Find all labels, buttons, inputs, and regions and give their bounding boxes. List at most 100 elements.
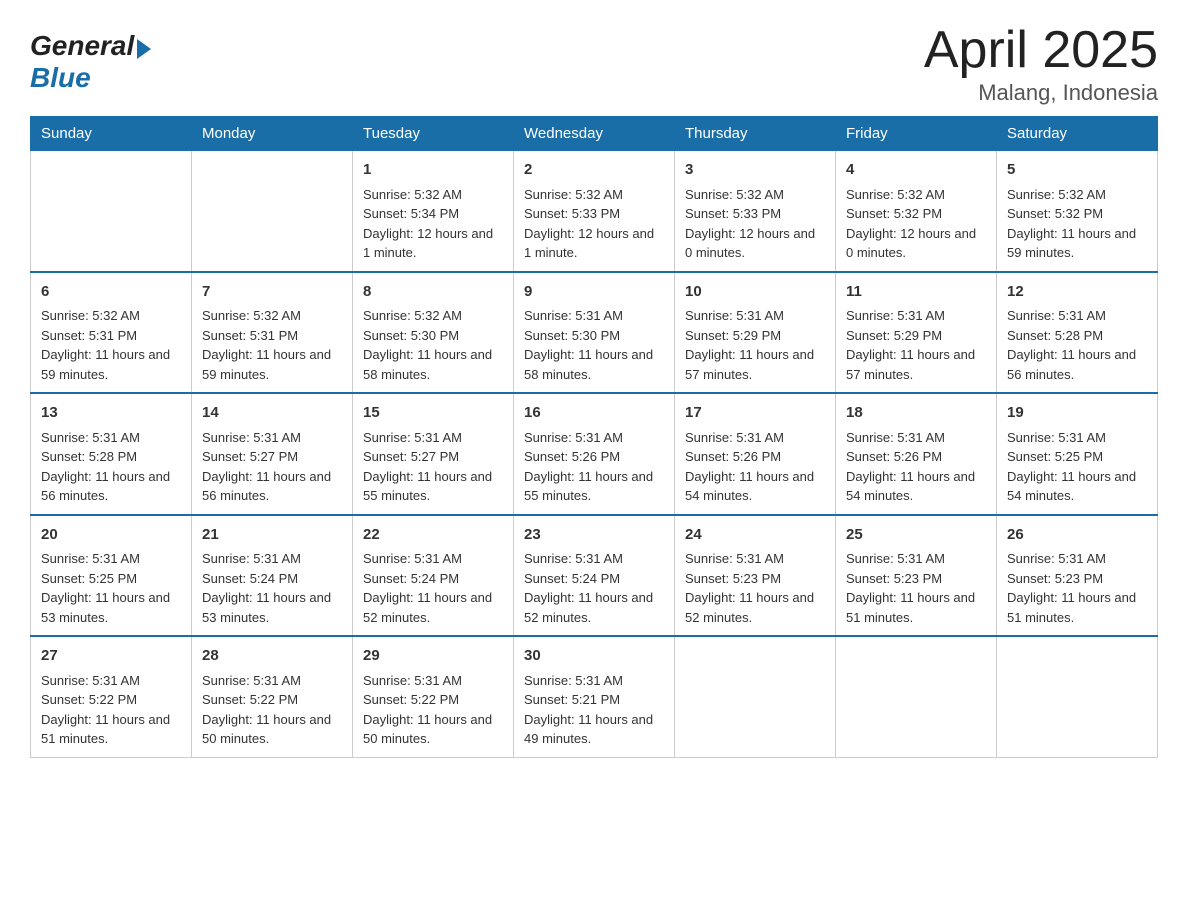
day-number: 16 (524, 402, 664, 425)
calendar-cell: 11Sunrise: 5:31 AMSunset: 5:29 PMDayligh… (836, 272, 997, 394)
day-number: 6 (41, 281, 181, 304)
day-number: 30 (524, 645, 664, 668)
day-number: 26 (1007, 524, 1147, 547)
weekday-header-sunday: Sunday (31, 117, 192, 151)
day-info: Sunrise: 5:32 AMSunset: 5:30 PMDaylight:… (363, 306, 503, 384)
calendar-cell (192, 151, 353, 272)
day-info: Sunrise: 5:31 AMSunset: 5:27 PMDaylight:… (202, 428, 342, 506)
day-number: 15 (363, 402, 503, 425)
day-info: Sunrise: 5:32 AMSunset: 5:31 PMDaylight:… (41, 306, 181, 384)
day-info: Sunrise: 5:32 AMSunset: 5:33 PMDaylight:… (524, 185, 664, 263)
day-number: 25 (846, 524, 986, 547)
calendar-cell: 13 Sunrise: 5:31 AMSunset: 5:28 PMDayligh… (31, 393, 192, 515)
calendar-cell: 9Sunrise: 5:31 AMSunset: 5:30 PMDaylight… (514, 272, 675, 394)
calendar-week-row: 6Sunrise: 5:32 AMSunset: 5:31 PMDaylight… (31, 272, 1158, 394)
day-number: 18 (846, 402, 986, 425)
calendar-cell: 19Sunrise: 5:31 AMSunset: 5:25 PMDayligh… (997, 393, 1158, 515)
weekday-header-tuesday: Tuesday (353, 117, 514, 151)
calendar-cell: 3 Sunrise: 5:32 AMSunset: 5:33 PMDaylight… (675, 151, 836, 272)
title-block: April 2025 Malang, Indonesia (924, 20, 1158, 106)
day-number: 14 (202, 402, 342, 425)
weekday-header-thursday: Thursday (675, 117, 836, 151)
day-number: 7 (202, 281, 342, 304)
day-info: Sunrise: 5:32 AMSunset: 5:34 PMDaylight:… (363, 185, 503, 263)
calendar-week-row: 1 Sunrise: 5:32 AMSunset: 5:34 PMDaylight… (31, 151, 1158, 272)
day-info: Sunrise: 5:31 AMSunset: 5:28 PMDaylight:… (41, 428, 181, 506)
day-info: Sunrise: 5:31 AMSunset: 5:23 PMDaylight:… (685, 549, 825, 627)
day-info: Sunrise: 5:31 AMSunset: 5:24 PMDaylight:… (524, 549, 664, 627)
day-info: Sunrise: 5:31 AMSunset: 5:29 PMDaylight:… (685, 306, 825, 384)
day-number: 2 (524, 159, 664, 182)
calendar-cell (31, 151, 192, 272)
calendar-cell: 16 Sunrise: 5:31 AMSunset: 5:26 PMDayligh… (514, 393, 675, 515)
calendar-cell: 24Sunrise: 5:31 AMSunset: 5:23 PMDayligh… (675, 515, 836, 637)
calendar-cell: 26Sunrise: 5:31 AMSunset: 5:23 PMDayligh… (997, 515, 1158, 637)
day-info: Sunrise: 5:31 AMSunset: 5:23 PMDaylight:… (1007, 549, 1147, 627)
calendar-cell: 25Sunrise: 5:31 AMSunset: 5:23 PMDayligh… (836, 515, 997, 637)
day-number: 23 (524, 524, 664, 547)
day-number: 13 (41, 402, 181, 425)
calendar-cell: 1 Sunrise: 5:32 AMSunset: 5:34 PMDaylight… (353, 151, 514, 272)
calendar-cell (675, 636, 836, 757)
day-info: Sunrise: 5:31 AMSunset: 5:26 PMDaylight:… (846, 428, 986, 506)
day-info: Sunrise: 5:31 AMSunset: 5:22 PMDaylight:… (202, 671, 342, 749)
day-number: 8 (363, 281, 503, 304)
calendar-cell: 28Sunrise: 5:31 AMSunset: 5:22 PMDayligh… (192, 636, 353, 757)
day-number: 22 (363, 524, 503, 547)
day-info: Sunrise: 5:31 AMSunset: 5:25 PMDaylight:… (1007, 428, 1147, 506)
day-info: Sunrise: 5:31 AMSunset: 5:25 PMDaylight:… (41, 549, 181, 627)
day-info: Sunrise: 5:31 AMSunset: 5:23 PMDaylight:… (846, 549, 986, 627)
day-info: Sunrise: 5:31 AMSunset: 5:26 PMDaylight:… (524, 428, 664, 506)
day-info: Sunrise: 5:32 AMSunset: 5:33 PMDaylight:… (685, 185, 825, 263)
day-number: 24 (685, 524, 825, 547)
day-number: 4 (846, 159, 986, 182)
day-number: 10 (685, 281, 825, 304)
weekday-header-friday: Friday (836, 117, 997, 151)
day-info: Sunrise: 5:31 AMSunset: 5:27 PMDaylight:… (363, 428, 503, 506)
calendar-cell: 20Sunrise: 5:31 AMSunset: 5:25 PMDayligh… (31, 515, 192, 637)
calendar-cell: 12Sunrise: 5:31 AMSunset: 5:28 PMDayligh… (997, 272, 1158, 394)
logo: General Blue (30, 30, 151, 94)
day-number: 20 (41, 524, 181, 547)
day-info: Sunrise: 5:32 AMSunset: 5:32 PMDaylight:… (846, 185, 986, 263)
day-info: Sunrise: 5:31 AMSunset: 5:22 PMDaylight:… (41, 671, 181, 749)
calendar-cell: 15 Sunrise: 5:31 AMSunset: 5:27 PMDayligh… (353, 393, 514, 515)
calendar-cell: 14 Sunrise: 5:31 AMSunset: 5:27 PMDayligh… (192, 393, 353, 515)
weekday-header-wednesday: Wednesday (514, 117, 675, 151)
calendar-week-row: 13 Sunrise: 5:31 AMSunset: 5:28 PMDayligh… (31, 393, 1158, 515)
day-number: 5 (1007, 159, 1147, 182)
day-number: 3 (685, 159, 825, 182)
weekday-header-row: SundayMondayTuesdayWednesdayThursdayFrid… (31, 117, 1158, 151)
day-info: Sunrise: 5:31 AMSunset: 5:21 PMDaylight:… (524, 671, 664, 749)
day-number: 29 (363, 645, 503, 668)
day-info: Sunrise: 5:32 AMSunset: 5:32 PMDaylight:… (1007, 185, 1147, 263)
weekday-header-saturday: Saturday (997, 117, 1158, 151)
calendar-cell: 10Sunrise: 5:31 AMSunset: 5:29 PMDayligh… (675, 272, 836, 394)
calendar-table: SundayMondayTuesdayWednesdayThursdayFrid… (30, 116, 1158, 758)
calendar-cell: 18 Sunrise: 5:31 AMSunset: 5:26 PMDayligh… (836, 393, 997, 515)
calendar-cell: 22Sunrise: 5:31 AMSunset: 5:24 PMDayligh… (353, 515, 514, 637)
day-info: Sunrise: 5:31 AMSunset: 5:22 PMDaylight:… (363, 671, 503, 749)
day-info: Sunrise: 5:31 AMSunset: 5:28 PMDaylight:… (1007, 306, 1147, 384)
day-number: 12 (1007, 281, 1147, 304)
calendar-cell: 8Sunrise: 5:32 AMSunset: 5:30 PMDaylight… (353, 272, 514, 394)
day-info: Sunrise: 5:32 AMSunset: 5:31 PMDaylight:… (202, 306, 342, 384)
page-header: General Blue April 2025 Malang, Indonesi… (30, 20, 1158, 106)
month-title: April 2025 (924, 20, 1158, 80)
day-number: 1 (363, 159, 503, 182)
calendar-cell (836, 636, 997, 757)
calendar-cell: 2 Sunrise: 5:32 AMSunset: 5:33 PMDaylight… (514, 151, 675, 272)
calendar-week-row: 20Sunrise: 5:31 AMSunset: 5:25 PMDayligh… (31, 515, 1158, 637)
calendar-week-row: 27Sunrise: 5:31 AMSunset: 5:22 PMDayligh… (31, 636, 1158, 757)
day-info: Sunrise: 5:31 AMSunset: 5:30 PMDaylight:… (524, 306, 664, 384)
day-number: 9 (524, 281, 664, 304)
location-title: Malang, Indonesia (924, 80, 1158, 106)
day-number: 11 (846, 281, 986, 304)
calendar-cell: 17Sunrise: 5:31 AMSunset: 5:26 PMDayligh… (675, 393, 836, 515)
calendar-cell: 4 Sunrise: 5:32 AMSunset: 5:32 PMDaylight… (836, 151, 997, 272)
logo-blue-text: Blue (30, 62, 91, 94)
calendar-cell: 5 Sunrise: 5:32 AMSunset: 5:32 PMDaylight… (997, 151, 1158, 272)
calendar-cell: 29 Sunrise: 5:31 AMSunset: 5:22 PMDayligh… (353, 636, 514, 757)
day-info: Sunrise: 5:31 AMSunset: 5:24 PMDaylight:… (202, 549, 342, 627)
day-number: 17 (685, 402, 825, 425)
